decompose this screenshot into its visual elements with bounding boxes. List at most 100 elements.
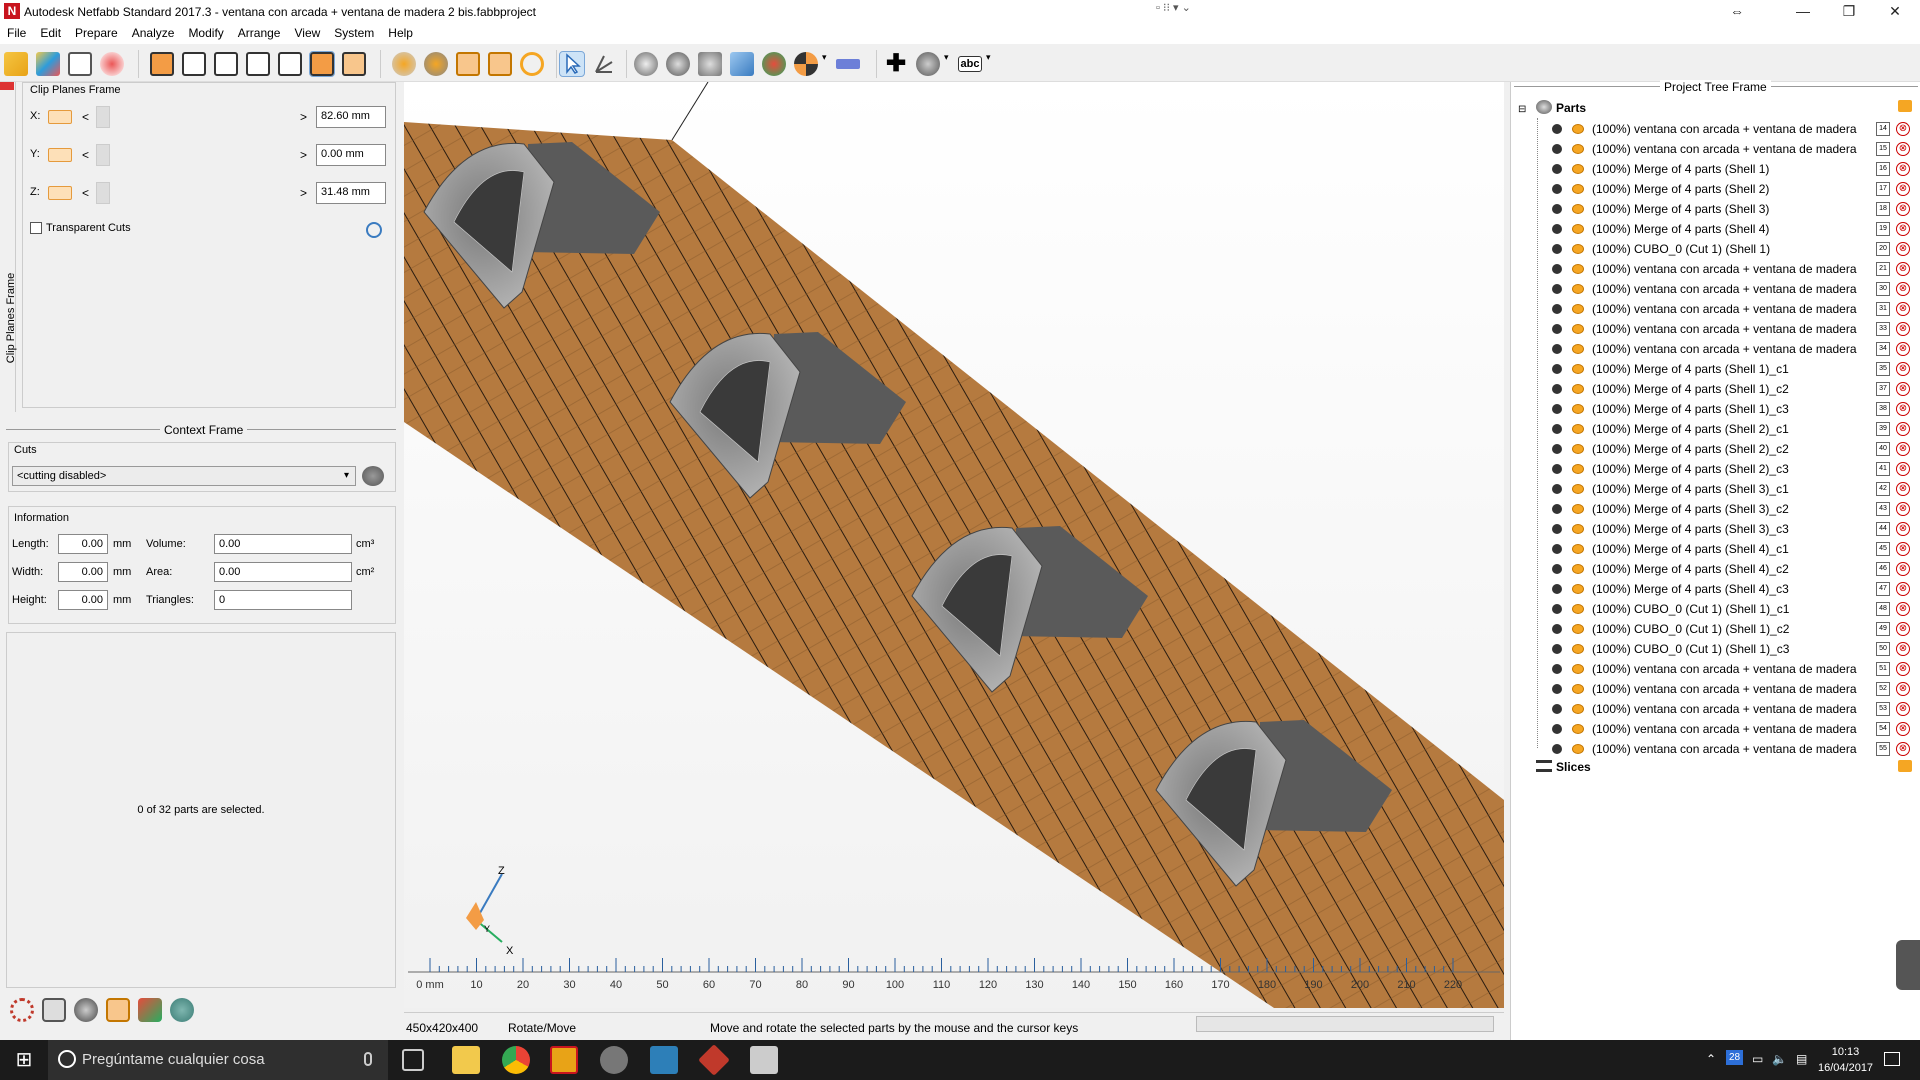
remove-part-icon[interactable]: ⊗: [1896, 302, 1910, 316]
remove-part-icon[interactable]: ⊗: [1896, 342, 1910, 356]
sync-icon[interactable]: [170, 998, 194, 1022]
zoom-icon[interactable]: [520, 52, 544, 76]
warning-icon[interactable]: [138, 998, 162, 1022]
remove-part-icon[interactable]: ⊗: [1896, 402, 1910, 416]
tree-row[interactable]: (100%) CUBO_0 (Cut 1) (Shell 1)_c3 50 ⊗: [1518, 640, 1918, 660]
visibility-eye-icon[interactable]: [1572, 384, 1584, 394]
render-icon[interactable]: [424, 52, 448, 76]
visibility-eye-icon[interactable]: [1572, 304, 1584, 314]
axis-z-increase[interactable]: >: [300, 186, 307, 200]
tree-row[interactable]: (100%) Merge of 4 parts (Shell 1) 16 ⊗: [1518, 160, 1918, 180]
menu-arrange[interactable]: Arrange: [231, 24, 288, 42]
tree-row[interactable]: (100%) Merge of 4 parts (Shell 2)_c1 39 ⊗: [1518, 420, 1918, 440]
view-left-icon[interactable]: [214, 52, 238, 76]
remove-part-icon[interactable]: ⊗: [1896, 522, 1910, 536]
add-icon[interactable]: [100, 52, 124, 76]
axis-z-value-field[interactable]: 31.48 mm: [316, 182, 386, 204]
support-icon[interactable]: [916, 52, 940, 76]
tree-row[interactable]: (100%) ventana con arcada + ventana de m…: [1518, 260, 1918, 280]
maximize-button[interactable]: ❐: [1826, 0, 1872, 24]
remove-part-icon[interactable]: ⊗: [1896, 262, 1910, 276]
menu-system[interactable]: System: [327, 24, 381, 42]
axis-y-value-field[interactable]: 0.00 mm: [316, 144, 386, 166]
visibility-eye-icon[interactable]: [1572, 544, 1584, 554]
visibility-eye-icon[interactable]: [1572, 204, 1584, 214]
netfabb-taskbar-icon[interactable]: [550, 1046, 578, 1074]
tree-row[interactable]: (100%) Merge of 4 parts (Shell 4) 19 ⊗: [1518, 220, 1918, 240]
visibility-eye-icon[interactable]: [1572, 344, 1584, 354]
tree-row[interactable]: (100%) CUBO_0 (Cut 1) (Shell 1)_c2 49 ⊗: [1518, 620, 1918, 640]
settings-gear-icon[interactable]: [10, 998, 34, 1022]
app-icon[interactable]: [600, 1046, 628, 1074]
chrome-icon[interactable]: [502, 1046, 530, 1074]
cut-tool-icon[interactable]: [362, 466, 384, 486]
3d-viewport[interactable]: Z X Y: [404, 82, 1504, 1008]
axis-x-increase[interactable]: >: [300, 110, 307, 124]
visibility-eye-icon[interactable]: [1572, 164, 1584, 174]
tree-row[interactable]: (100%) ventana con arcada + ventana de m…: [1518, 700, 1918, 720]
transparent-cuts-checkbox[interactable]: [30, 222, 42, 234]
triangles-field[interactable]: 0: [214, 590, 352, 610]
title-mini-controls[interactable]: ▫ ⁝⁝ ▾ ⌄: [1156, 1, 1191, 14]
remove-part-icon[interactable]: ⊗: [1896, 202, 1910, 216]
tree-row[interactable]: (100%) ventana con arcada + ventana de m…: [1518, 120, 1918, 140]
folder-icon[interactable]: [1898, 100, 1912, 112]
axis-x-toggle[interactable]: [48, 110, 72, 124]
remove-part-icon[interactable]: ⊗: [1896, 382, 1910, 396]
visibility-eye-icon[interactable]: [1572, 364, 1584, 374]
visibility-eye-icon[interactable]: [1572, 704, 1584, 714]
remove-part-icon[interactable]: ⊗: [1896, 282, 1910, 296]
visibility-eye-icon[interactable]: [1572, 324, 1584, 334]
axis-z-toggle[interactable]: [48, 186, 72, 200]
close-button[interactable]: ✕: [1872, 0, 1918, 24]
analysis-icon[interactable]: [794, 52, 818, 76]
tree-root-slices[interactable]: Slices: [1556, 760, 1591, 774]
visibility-eye-icon[interactable]: [1572, 684, 1584, 694]
minimize-button[interactable]: —: [1780, 0, 1826, 24]
visibility-eye-icon[interactable]: [1572, 404, 1584, 414]
area-field[interactable]: 0.00: [214, 562, 352, 582]
remove-part-icon[interactable]: ⊗: [1896, 242, 1910, 256]
tree-row[interactable]: (100%) Merge of 4 parts (Shell 4)_c2 46 ⊗: [1518, 560, 1918, 580]
remove-part-icon[interactable]: ⊗: [1896, 422, 1910, 436]
visibility-eye-icon[interactable]: [1572, 484, 1584, 494]
app-icon[interactable]: [698, 1044, 730, 1076]
remove-part-icon[interactable]: ⊗: [1896, 442, 1910, 456]
tree-row[interactable]: (100%) ventana con arcada + ventana de m…: [1518, 340, 1918, 360]
tree-row[interactable]: (100%) ventana con arcada + ventana de m…: [1518, 720, 1918, 740]
zoom-selection-icon[interactable]: [456, 52, 480, 76]
chevron-down-icon[interactable]: ▾: [822, 52, 832, 76]
remove-part-icon[interactable]: ⊗: [1896, 642, 1910, 656]
visibility-eye-icon[interactable]: [1572, 284, 1584, 294]
scale-icon[interactable]: [698, 52, 722, 76]
move-axes-icon[interactable]: [592, 52, 616, 76]
axis-y-increase[interactable]: >: [300, 148, 307, 162]
visibility-eye-icon[interactable]: [1572, 724, 1584, 734]
search-box[interactable]: Pregúntame cualquier cosa: [48, 1040, 388, 1080]
tree-row[interactable]: (100%) Merge of 4 parts (Shell 3) 18 ⊗: [1518, 200, 1918, 220]
cuts-dropdown[interactable]: <cutting disabled> ▾: [12, 466, 356, 486]
windows-start-icon[interactable]: ⊞: [0, 1040, 48, 1080]
length-field[interactable]: 0.00: [58, 534, 108, 554]
visibility-eye-icon[interactable]: [1572, 424, 1584, 434]
remove-part-icon[interactable]: ⊗: [1896, 662, 1910, 676]
axis-z-decrease[interactable]: <: [82, 186, 89, 200]
tree-row[interactable]: (100%) Merge of 4 parts (Shell 1)_c3 38 ⊗: [1518, 400, 1918, 420]
axis-x-value-field[interactable]: 82.60 mm: [316, 106, 386, 128]
view-iso-icon[interactable]: [309, 51, 335, 77]
tray-badge[interactable]: 28: [1726, 1050, 1744, 1065]
axis-y-decrease[interactable]: <: [82, 148, 89, 162]
slice-view-icon[interactable]: [42, 998, 66, 1022]
place-icon[interactable]: [634, 52, 658, 76]
file-explorer-icon[interactable]: [452, 1046, 480, 1074]
chevron-down-icon[interactable]: ▾: [944, 52, 954, 76]
tree-row[interactable]: (100%) ventana con arcada + ventana de m…: [1518, 320, 1918, 340]
visibility-eye-icon[interactable]: [1572, 564, 1584, 574]
menu-analyze[interactable]: Analyze: [125, 24, 182, 42]
visibility-eye-icon[interactable]: [1572, 464, 1584, 474]
tree-row[interactable]: (100%) ventana con arcada + ventana de m…: [1518, 660, 1918, 680]
notifications-icon[interactable]: [1884, 1052, 1900, 1066]
visibility-eye-icon[interactable]: [1572, 124, 1584, 134]
box-icon[interactable]: [106, 998, 130, 1022]
remove-part-icon[interactable]: ⊗: [1896, 362, 1910, 376]
